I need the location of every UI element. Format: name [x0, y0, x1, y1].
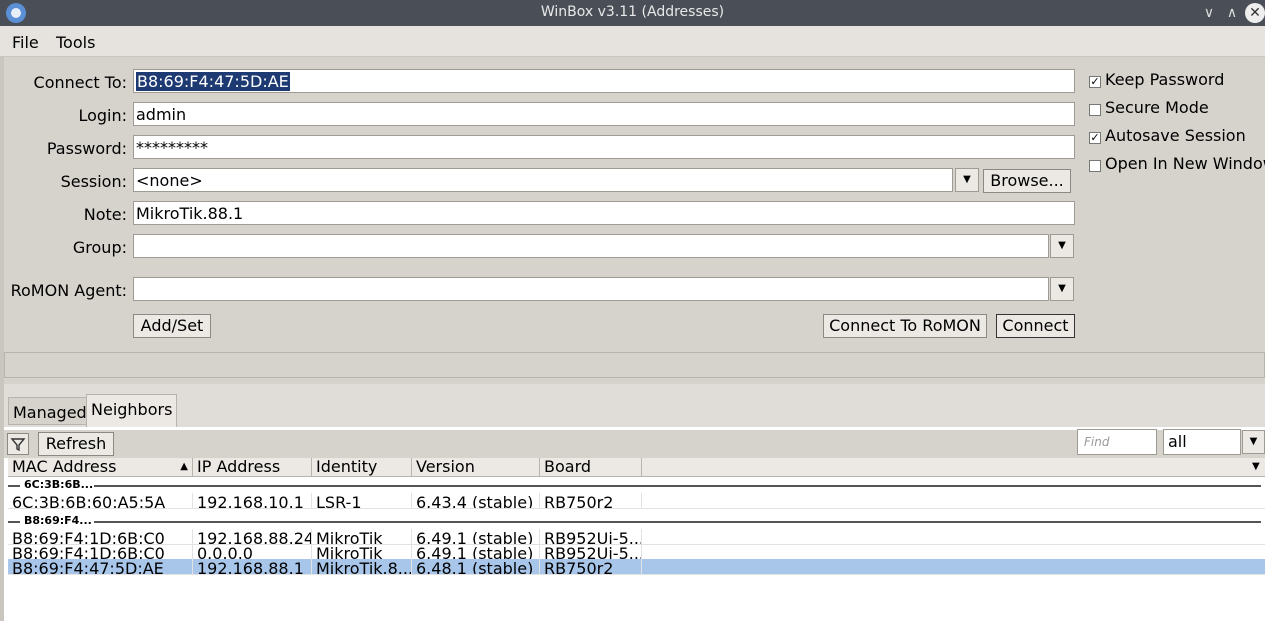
tab-managed[interactable]: Managed	[8, 397, 92, 425]
refresh-button[interactable]: Refresh	[38, 432, 114, 456]
cell-identity: LSR-1	[312, 493, 412, 508]
cell-mac: B8:69:F4:47:5D:AE	[8, 559, 193, 574]
login-label: Login:	[78, 106, 127, 125]
column-header-board[interactable]: Board	[540, 458, 642, 476]
connect-to-value: B8:69:F4:47:5D:AE	[136, 72, 290, 91]
cell-mac: B8:69:F4:1D:6B:C0	[8, 544, 193, 559]
group-line	[94, 485, 1261, 487]
menu-tools[interactable]: Tools	[56, 33, 95, 52]
open-new-window-checkbox[interactable]	[1089, 160, 1101, 172]
autosave-session-label: Autosave Session	[1105, 126, 1246, 145]
group-header[interactable]: B8:69:F4...	[8, 514, 1265, 528]
table-header: MAC Address ▲ IP Address Identity Version…	[8, 458, 1265, 477]
romon-agent-select[interactable]	[133, 277, 1049, 301]
sort-asc-icon: ▲	[180, 461, 188, 472]
find-input[interactable]: Find	[1077, 429, 1157, 455]
table-row[interactable]: B8:69:F4:1D:6B:C0 0.0.0.0 MikroTik 6.49.1 (…	[8, 544, 1265, 560]
table-row[interactable]: B8:69:F4:1D:6B:C0 192.168.88.240 MikroTik 6…	[8, 529, 1265, 545]
tab-neighbors[interactable]: Neighbors	[86, 394, 178, 428]
autosave-session-checkbox[interactable]: ✓	[1089, 132, 1101, 144]
cell-version: 6.43.4 (stable)	[412, 493, 540, 508]
table-row[interactable]: B8:69:F4:47:5D:AE 192.168.88.1 MikroTik.8.…	[8, 559, 1265, 575]
window-title: WinBox v3.11 (Addresses)	[540, 4, 725, 20]
column-header-version[interactable]: Version	[412, 458, 540, 476]
cell-mac: 6C:3B:6B:60:A5:5A	[8, 493, 193, 508]
login-input[interactable]: admin	[133, 102, 1075, 126]
tabs-area: Managed Neighbors	[4, 384, 1265, 428]
cell-board: RB952Ui-5...	[540, 529, 642, 544]
table-row[interactable]: 6C:3B:6B:60:A5:5A 192.168.10.1 LSR-1 6.43.4…	[8, 493, 1265, 509]
secure-mode-label: Secure Mode	[1105, 98, 1209, 117]
cell-board: RB750r2	[540, 559, 642, 574]
open-new-window-label: Open In New Window	[1105, 154, 1265, 173]
cell-ip: 192.168.88.240	[193, 529, 312, 544]
add-set-button[interactable]: Add/Set	[133, 314, 211, 338]
group-line	[8, 521, 20, 523]
filter-icon	[10, 438, 26, 452]
romon-dropdown-icon[interactable]: ▼	[1050, 277, 1074, 301]
group-select[interactable]	[133, 234, 1049, 258]
keep-password-checkbox[interactable]: ✓	[1089, 76, 1101, 88]
secure-mode-checkbox[interactable]	[1089, 104, 1101, 116]
group-line	[8, 485, 20, 487]
note-input[interactable]: MikroTik.88.1	[133, 201, 1075, 225]
group-label: B8:69:F4...	[24, 514, 92, 527]
cell-version: 6.48.1 (stable)	[412, 559, 540, 574]
column-header-ip[interactable]: IP Address	[193, 458, 312, 476]
session-select[interactable]: <none>	[133, 168, 953, 192]
browse-button[interactable]: Browse...	[983, 169, 1071, 193]
filter-select[interactable]: all	[1163, 429, 1241, 455]
cell-ip: 192.168.10.1	[193, 493, 312, 508]
group-header[interactable]: 6C:3B:6B...	[8, 478, 1265, 492]
connect-to-input[interactable]: B8:69:F4:47:5D:AE	[133, 69, 1075, 93]
group-label: Group:	[72, 238, 127, 257]
connect-button[interactable]: Connect	[996, 314, 1075, 338]
filter-dropdown-icon[interactable]: ▼	[1242, 430, 1265, 454]
cell-board: RB750r2	[540, 493, 642, 508]
table-toolbar	[4, 430, 1265, 458]
connect-to-romon-button[interactable]: Connect To RoMON	[823, 314, 987, 338]
column-header-mac[interactable]: MAC Address ▲	[8, 458, 193, 476]
menu-file[interactable]: File	[12, 33, 39, 52]
cell-version: 6.49.1 (stable)	[412, 529, 540, 544]
column-header-identity[interactable]: Identity	[312, 458, 412, 476]
title-bar: WinBox v3.11 (Addresses) ∨ ∧ ✕	[0, 0, 1265, 26]
columns-menu-icon[interactable]: ▼	[1248, 458, 1265, 476]
close-button[interactable]: ✕	[1245, 3, 1265, 23]
cell-mac: B8:69:F4:1D:6B:C0	[8, 529, 193, 544]
cell-identity: MikroTik	[312, 529, 412, 544]
group-label: 6C:3B:6B...	[24, 478, 94, 491]
session-label: Session:	[60, 172, 127, 191]
filter-button[interactable]	[7, 433, 29, 455]
note-label: Note:	[83, 205, 127, 224]
menu-bar: File Tools	[0, 26, 1265, 57]
minimize-button[interactable]: ∨	[1199, 3, 1219, 23]
cell-ip: 192.168.88.1	[193, 559, 312, 574]
group-dropdown-icon[interactable]: ▼	[1050, 234, 1074, 258]
group-line	[94, 521, 1261, 523]
keep-password-label: Keep Password	[1105, 70, 1225, 89]
romon-agent-label: RoMON Agent:	[10, 281, 127, 300]
maximize-button[interactable]: ∧	[1222, 3, 1242, 23]
connect-to-label: Connect To:	[33, 73, 127, 92]
password-input[interactable]: *********	[133, 135, 1075, 159]
password-label: Password:	[46, 139, 127, 158]
cell-board: RB952Ui-5...	[540, 544, 642, 559]
status-bar	[4, 352, 1265, 378]
cell-identity: MikroTik.8...	[312, 559, 412, 574]
cell-ip: 0.0.0.0	[193, 544, 312, 559]
session-dropdown-icon[interactable]: ▼	[955, 168, 979, 192]
cell-identity: MikroTik	[312, 544, 412, 559]
cell-version: 6.49.1 (stable)	[412, 544, 540, 559]
